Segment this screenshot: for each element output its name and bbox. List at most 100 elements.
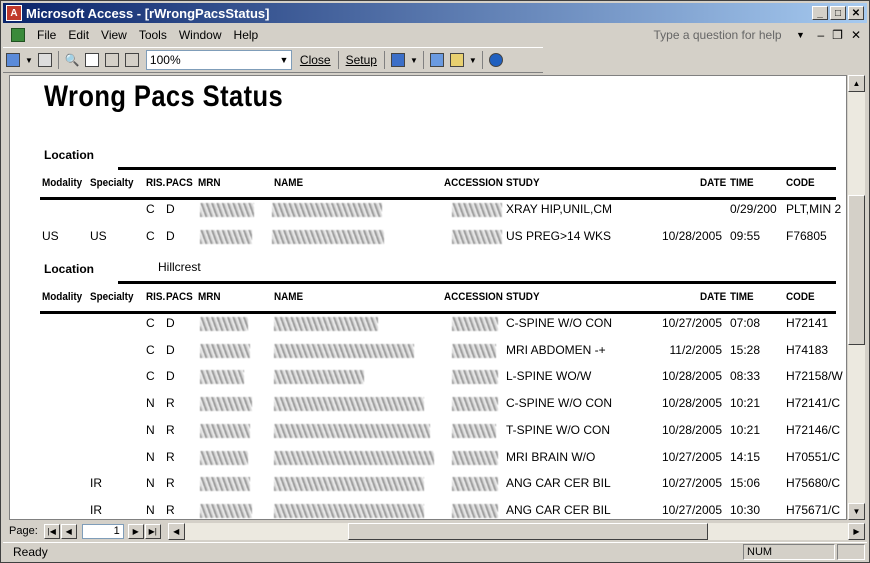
horizontal-scroll-thumb[interactable] xyxy=(347,522,708,540)
toolbar-separator xyxy=(422,51,424,69)
redacted-mrn xyxy=(200,230,252,244)
cell-time: 07:08 xyxy=(730,316,761,330)
scroll-up-icon[interactable]: ▲ xyxy=(848,75,865,92)
redacted-mrn xyxy=(200,397,252,412)
word-export-icon[interactable] xyxy=(388,50,408,70)
menu-window[interactable]: Window xyxy=(173,28,228,42)
chevron-down-icon[interactable]: ▼ xyxy=(793,30,807,40)
previous-page-icon[interactable]: ◀ xyxy=(60,523,77,539)
redacted-accession xyxy=(452,203,502,217)
new-object-icon[interactable] xyxy=(447,50,467,70)
database-window-icon[interactable] xyxy=(427,50,447,70)
page-label: Page: xyxy=(9,525,38,537)
cell-study: ANG CAR CER BIL xyxy=(506,502,611,517)
group-rule xyxy=(118,281,836,284)
page-number-input[interactable]: 1 xyxy=(81,523,124,539)
redacted-mrn xyxy=(200,423,250,438)
scroll-right-icon[interactable]: ▶ xyxy=(848,522,865,540)
vertical-scrollbar[interactable]: ▲ ▼ xyxy=(847,75,865,520)
zoom-select[interactable]: 100% ▼ xyxy=(145,50,292,70)
header-rule xyxy=(40,311,836,314)
redacted-accession xyxy=(452,343,496,358)
cell-study: XRAY HIP,UNIL,CM xyxy=(506,202,613,216)
cell-time: 09:55 xyxy=(730,229,761,243)
last-page-icon[interactable]: ▶| xyxy=(144,523,161,539)
cell-date: 10/27/2005 xyxy=(661,476,722,491)
cell-ris: C xyxy=(146,316,155,330)
cell-pacs: R xyxy=(166,422,175,437)
cell-date: 10/28/2005 xyxy=(661,229,722,243)
vertical-scroll-thumb[interactable] xyxy=(848,195,865,345)
zoom-value: 100% xyxy=(149,53,181,67)
setup-button[interactable]: Setup xyxy=(342,50,381,70)
horizontal-scrollbar[interactable]: ◀ ▶ xyxy=(167,522,865,540)
chevron-down-icon[interactable]: ▼ xyxy=(277,55,291,65)
header-time: TIME xyxy=(730,291,754,303)
maximize-button[interactable]: □ xyxy=(830,6,846,20)
cell-pacs: R xyxy=(166,476,175,491)
chevron-down-icon[interactable]: ▼ xyxy=(408,50,420,70)
print-icon[interactable] xyxy=(35,50,55,70)
header-specialty: Specialty xyxy=(90,291,134,303)
redacted-accession xyxy=(452,423,496,438)
zoom-magnifier-icon[interactable]: 🔍 xyxy=(62,50,82,70)
cell-study: C-SPINE W/O CON xyxy=(506,316,613,330)
redacted-accession xyxy=(452,450,498,465)
access-app-icon[interactable]: A xyxy=(6,5,22,21)
cell-pacs: D xyxy=(166,342,175,357)
redacted-accession xyxy=(452,317,498,331)
cell-time: 15:06 xyxy=(730,476,761,491)
mdi-minimize-button[interactable]: – xyxy=(817,28,824,42)
first-page-icon[interactable]: |◀ xyxy=(43,523,60,539)
database-icon[interactable] xyxy=(11,28,25,42)
menu-edit[interactable]: Edit xyxy=(62,28,95,42)
chevron-down-icon[interactable]: ▼ xyxy=(23,50,35,70)
scroll-down-icon[interactable]: ▼ xyxy=(848,503,865,520)
header-pacs: PACS xyxy=(166,177,193,189)
two-pages-icon[interactable] xyxy=(102,50,122,70)
header-study: STUDY xyxy=(506,177,540,189)
menu-tools[interactable]: Tools xyxy=(133,28,173,42)
chevron-down-icon[interactable]: ▼ xyxy=(467,50,479,70)
cell-specialty: US xyxy=(90,229,107,243)
menu-help[interactable]: Help xyxy=(228,28,265,42)
menu-view[interactable]: View xyxy=(95,28,133,42)
location-label: Location xyxy=(44,262,94,276)
cell-ris: C xyxy=(146,342,155,357)
help-search-input[interactable]: Type a question for help xyxy=(653,28,793,42)
close-window-button[interactable]: ✕ xyxy=(848,6,864,20)
scroll-left-icon[interactable]: ◀ xyxy=(167,522,185,540)
multiple-pages-icon[interactable] xyxy=(122,50,142,70)
redacted-name xyxy=(272,230,384,244)
cell-ris: C xyxy=(146,369,155,384)
toolbar-separator xyxy=(57,51,59,69)
cell-code: H72158/W xyxy=(786,369,843,384)
cell-modality: US xyxy=(42,229,59,243)
mdi-close-button[interactable]: ✕ xyxy=(851,28,861,42)
cell-pacs: R xyxy=(166,396,175,411)
header-code: CODE xyxy=(786,291,815,303)
view-icon[interactable] xyxy=(3,50,23,70)
mdi-restore-button[interactable]: ❐ xyxy=(832,28,843,42)
cell-pacs: R xyxy=(166,449,175,464)
header-modality: Modality xyxy=(42,177,83,189)
redacted-accession xyxy=(452,503,498,518)
header-name: NAME xyxy=(274,177,304,189)
cell-study: ANG CAR CER BIL xyxy=(506,476,611,491)
redacted-accession xyxy=(452,370,498,385)
title-bar: A Microsoft Access - [rWrongPacsStatus] … xyxy=(3,3,867,23)
help-icon[interactable] xyxy=(486,50,506,70)
page-navigation-bar: Page: |◀ ◀ 1 ▶ ▶| ◀ ▶ xyxy=(9,522,865,540)
location-label: Location xyxy=(44,148,94,162)
header-code: CODE xyxy=(786,177,815,189)
minimize-button[interactable]: _ xyxy=(812,6,828,20)
menu-file[interactable]: File xyxy=(31,28,62,42)
cell-date: 10/28/2005 xyxy=(661,369,722,384)
cell-study: T-SPINE W/O CON xyxy=(506,422,611,437)
cell-study: MRI ABDOMEN -+ xyxy=(506,342,606,357)
cell-study: US PREG>14 WKS xyxy=(506,229,612,243)
header-modality: Modality xyxy=(42,291,83,303)
one-page-icon[interactable] xyxy=(82,50,102,70)
close-preview-button[interactable]: Close xyxy=(296,50,335,70)
next-page-icon[interactable]: ▶ xyxy=(127,523,144,539)
